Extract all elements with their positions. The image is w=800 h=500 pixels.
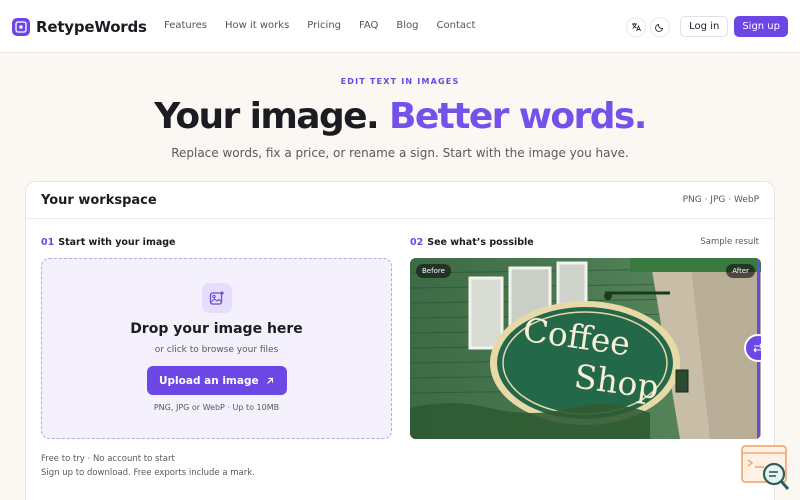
swap-arrows-icon	[753, 343, 761, 353]
step-2-text: See what’s possible	[427, 237, 534, 248]
brand-logo[interactable]: RetypeWords	[12, 17, 147, 37]
hero-title: Your image. Better words.	[0, 95, 800, 139]
brand-name: RetypeWords	[36, 18, 147, 36]
login-button[interactable]: Log in	[680, 16, 729, 37]
after-tag: After	[726, 264, 755, 278]
main-nav: Features How it works Pricing FAQ Blog C…	[164, 20, 493, 31]
nav-link-faq[interactable]: FAQ	[359, 20, 378, 31]
sample-result-label: Sample result	[700, 237, 759, 247]
signup-button[interactable]: Sign up	[734, 16, 788, 37]
step-1-text: Start with your image	[58, 237, 176, 248]
dropzone-subtitle: or click to browse your files	[154, 345, 279, 355]
nav-link-contact[interactable]: Contact	[437, 20, 476, 31]
nav-link-pricing[interactable]: Pricing	[307, 20, 341, 31]
dropzone-title: Drop your image here	[130, 321, 303, 337]
help-search-icon	[741, 445, 790, 490]
hero-subtitle: Replace words, fix a price, or rename a …	[171, 146, 629, 160]
workspace-title: Your workspace	[41, 193, 157, 208]
sample-preview-image: Coffee Shop Before After	[410, 258, 761, 439]
hero-title-accent: Better words.	[388, 96, 647, 137]
help-chat-widget[interactable]	[740, 444, 792, 492]
header-actions: Log in Sign up	[626, 16, 788, 37]
hero-eyebrow: EDIT TEXT IN IMAGES	[340, 77, 460, 86]
step-1-number: 01	[41, 237, 55, 248]
supported-formats: PNG · JPG · WebP	[682, 195, 759, 205]
step-2-label: 02 See what’s possible	[410, 237, 534, 248]
before-tag: Before	[416, 264, 451, 278]
image-add-icon	[202, 283, 232, 313]
top-navbar: RetypeWords Features How it works Pricin…	[0, 0, 800, 53]
nav-link-features[interactable]: Features	[164, 20, 207, 31]
step-1-label: 01 Start with your image	[41, 237, 176, 248]
translate-icon[interactable]	[626, 16, 647, 37]
nav-link-blog[interactable]: Blog	[396, 20, 418, 31]
free-to-try-note: Free to try · No account to start	[41, 454, 175, 464]
moon-icon[interactable]	[650, 16, 671, 37]
coffee-shop-photo: Coffee Shop	[410, 258, 761, 439]
arrow-up-right-icon	[267, 377, 274, 384]
upload-image-button[interactable]: Upload an image	[147, 366, 287, 395]
download-note: Sign up to download. Free exports includ…	[41, 468, 255, 478]
step-2-number: 02	[410, 237, 424, 248]
workspace-card: Your workspace PNG · JPG · WebP 01 Start …	[25, 181, 775, 500]
upload-button-label: Upload an image	[159, 374, 259, 387]
hero-title-main: Your image.	[154, 96, 379, 137]
brand-logo-icon	[12, 18, 30, 36]
image-dropzone[interactable]: Drop your image here or click to browse …	[41, 258, 392, 439]
dropzone-note: PNG, JPG or WebP · Up to 10MB	[153, 403, 280, 412]
nav-link-how-it-works[interactable]: How it works	[225, 20, 289, 31]
workspace-header: Your workspace PNG · JPG · WebP	[26, 182, 774, 219]
